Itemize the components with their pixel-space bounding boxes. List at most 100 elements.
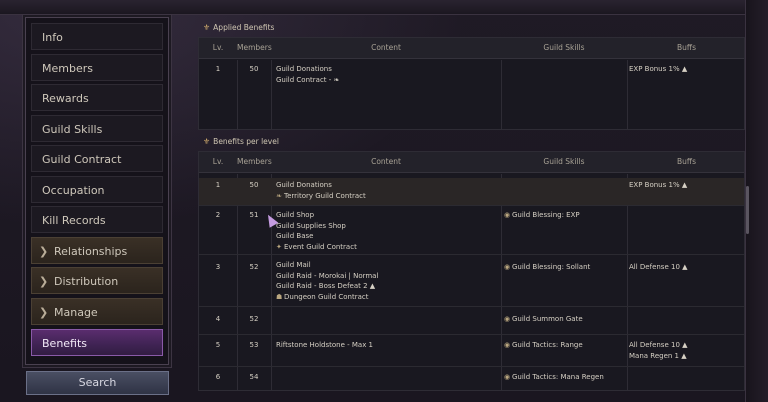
content-line: Guild Raid - Morokai | Normal <box>276 271 379 280</box>
skill-icon: ◉ <box>504 263 511 271</box>
header-members: Members <box>237 43 272 52</box>
chevron-right-icon: ❯ <box>39 306 49 319</box>
sidebar-item-guild-contract[interactable]: Guild Contract <box>31 145 163 172</box>
sidebar-item-kill-records[interactable]: Kill Records <box>31 206 163 233</box>
content-line: Guild Raid - Boss Defeat 2 ▲ <box>276 282 376 290</box>
cell-members: 52 <box>249 315 259 323</box>
cell-content: Riftstone Holdstone - Max 1 <box>276 340 373 351</box>
skill-text: Guild Tactics: Range <box>512 341 583 349</box>
skill-text: Guild Blessing: EXP <box>512 211 580 219</box>
cell-lv: 2 <box>215 211 221 219</box>
header-lv: Lv. <box>212 157 224 166</box>
cell-content: Guild Shop Guild Supplies Shop Guild Bas… <box>276 210 357 252</box>
content-line: Guild Shop <box>276 211 315 219</box>
content-line: Event Guild Contract <box>284 242 357 251</box>
cell-lv: 4 <box>215 315 221 323</box>
table-row[interactable]: 4 52 ◉ Guild Summon Gate <box>199 309 744 335</box>
cell-guild-skills: ◉ Guild Summon Gate <box>504 314 583 325</box>
cell-content: Guild Donations Guild Contract - ❧ <box>276 64 339 85</box>
scrollbar-thumb[interactable] <box>746 186 749 234</box>
event-icon: ✦ <box>276 242 282 251</box>
cell-guild-skills: ◉ Guild Blessing: Sollant <box>504 262 590 273</box>
header-buffs: Buffs <box>677 157 696 166</box>
table-row[interactable]: 1 50 Guild Donations ❧ Territory Guild Co… <box>199 178 744 206</box>
table-row: 1 50 Guild Donations Guild Contract - ❧ … <box>199 64 744 104</box>
cell-guild-skills: ◉ Guild Tactics: Range <box>504 340 583 351</box>
content-line: Guild Base <box>276 232 314 240</box>
content-line: Territory Guild Contract <box>284 191 366 200</box>
chevron-right-icon: ❯ <box>39 275 49 288</box>
sidebar-item-relationships[interactable]: ❯ Relationships <box>31 237 163 264</box>
content-line: Riftstone Holdstone - Max 1 <box>276 341 374 349</box>
sidebar-item-label: Guild Skills <box>42 123 103 136</box>
header-guild-skills: Guild Skills <box>543 43 585 52</box>
sidebar-item-manage[interactable]: ❯ Manage <box>31 298 163 325</box>
chevron-right-icon: ❯ <box>39 245 49 258</box>
applied-benefits-title: ⚜ Applied Benefits <box>203 23 274 32</box>
top-border <box>0 0 768 15</box>
content-line: Dungeon Guild Contract <box>284 292 369 301</box>
search-button[interactable]: Search <box>26 371 169 395</box>
section-title-text: Benefits per level <box>213 137 279 146</box>
content-line: Guild Mail <box>276 261 311 269</box>
sidebar-item-benefits[interactable]: Benefits <box>31 329 163 356</box>
table-row[interactable]: 5 53 Riftstone Holdstone - Max 1 ◉ Guild … <box>199 337 744 367</box>
sidebar-menu: Info Members Rewards Guild Skills Guild … <box>25 17 169 365</box>
cell-lv: 1 <box>215 181 221 189</box>
content-line: Guild Supplies Shop <box>276 221 346 230</box>
sidebar-item-label: Occupation <box>42 184 105 197</box>
sidebar-item-label: Members <box>42 62 93 75</box>
sidebar-item-rewards[interactable]: Rewards <box>31 84 163 111</box>
skill-icon: ◉ <box>504 211 511 219</box>
cell-buffs: All Defense 10 ▲ <box>629 262 688 273</box>
sidebar-item-info[interactable]: Info <box>31 23 163 50</box>
table-row[interactable]: 6 54 ◉ Guild Tactics: Mana Regen <box>199 369 744 391</box>
cell-buffs: All Defense 10 ▲ Mana Regen 1 ▲ <box>629 340 688 361</box>
skill-text: Guild Tactics: Mana Regen <box>512 373 604 381</box>
table-header: Lv. Members Content Guild Skills Buffs <box>199 152 744 173</box>
dungeon-icon: ☗ <box>276 292 283 301</box>
buff-line: All Defense 10 ▲ <box>629 341 688 349</box>
cell-members: 54 <box>249 373 259 381</box>
cell-buffs: EXP Bonus 1% ▲ <box>629 64 687 75</box>
sidebar-item-distribution[interactable]: ❯ Distribution <box>31 267 163 294</box>
sidebar-item-label: Info <box>42 31 63 44</box>
header-content: Content <box>371 157 401 166</box>
content-line: Guild Donations <box>276 65 332 73</box>
fleur-icon: ⚜ <box>203 137 211 146</box>
table-row[interactable]: 3 52 Guild Mail Guild Raid - Morokai | N… <box>199 257 744 307</box>
sidebar-item-label: Benefits <box>42 337 88 350</box>
header-lv: Lv. <box>212 43 224 52</box>
benefits-per-level-title: ⚜ Benefits per level <box>203 137 279 146</box>
sidebar-item-label: Distribution <box>54 275 119 288</box>
sidebar-item-label: Relationships <box>54 245 128 258</box>
cell-members: 52 <box>249 263 259 271</box>
sidebar-item-label: Guild Contract <box>42 153 122 166</box>
benefits-per-level-table: Lv. Members Content Guild Skills Buffs 1… <box>198 151 745 391</box>
sidebar-item-guild-skills[interactable]: Guild Skills <box>31 115 163 142</box>
cell-lv: 5 <box>215 341 221 349</box>
content-line: Guild Contract - ❧ <box>276 75 340 84</box>
section-title-text: Applied Benefits <box>213 23 275 32</box>
cell-members: 50 <box>249 181 259 189</box>
cell-lv: 1 <box>215 65 221 73</box>
header-guild-skills: Guild Skills <box>543 157 585 166</box>
sidebar-item-label: Manage <box>54 306 98 319</box>
skill-icon: ◉ <box>504 341 511 349</box>
cell-content: Guild Donations ❧ Territory Guild Contrac… <box>276 180 366 201</box>
header-members: Members <box>237 157 272 166</box>
buff-line: All Defense 10 ▲ <box>629 263 688 271</box>
skill-icon: ◉ <box>504 373 511 381</box>
buff-line: EXP Bonus 1% ▲ <box>629 65 688 73</box>
sidebar-item-occupation[interactable]: Occupation <box>31 176 163 203</box>
skill-text: Guild Summon Gate <box>512 315 583 323</box>
fleur-icon: ⚜ <box>203 23 211 32</box>
cell-guild-skills: ◉ Guild Blessing: EXP <box>504 210 580 221</box>
cell-members: 53 <box>249 341 259 349</box>
buff-line: EXP Bonus 1% ▲ <box>629 181 688 189</box>
table-header: Lv. Members Content Guild Skills Buffs <box>199 38 744 59</box>
skill-icon: ◉ <box>504 315 511 323</box>
sidebar-item-members[interactable]: Members <box>31 54 163 81</box>
cell-lv: 3 <box>215 263 221 271</box>
table-row[interactable]: 2 51 Guild Shop Guild Supplies Shop Guil… <box>199 208 744 255</box>
